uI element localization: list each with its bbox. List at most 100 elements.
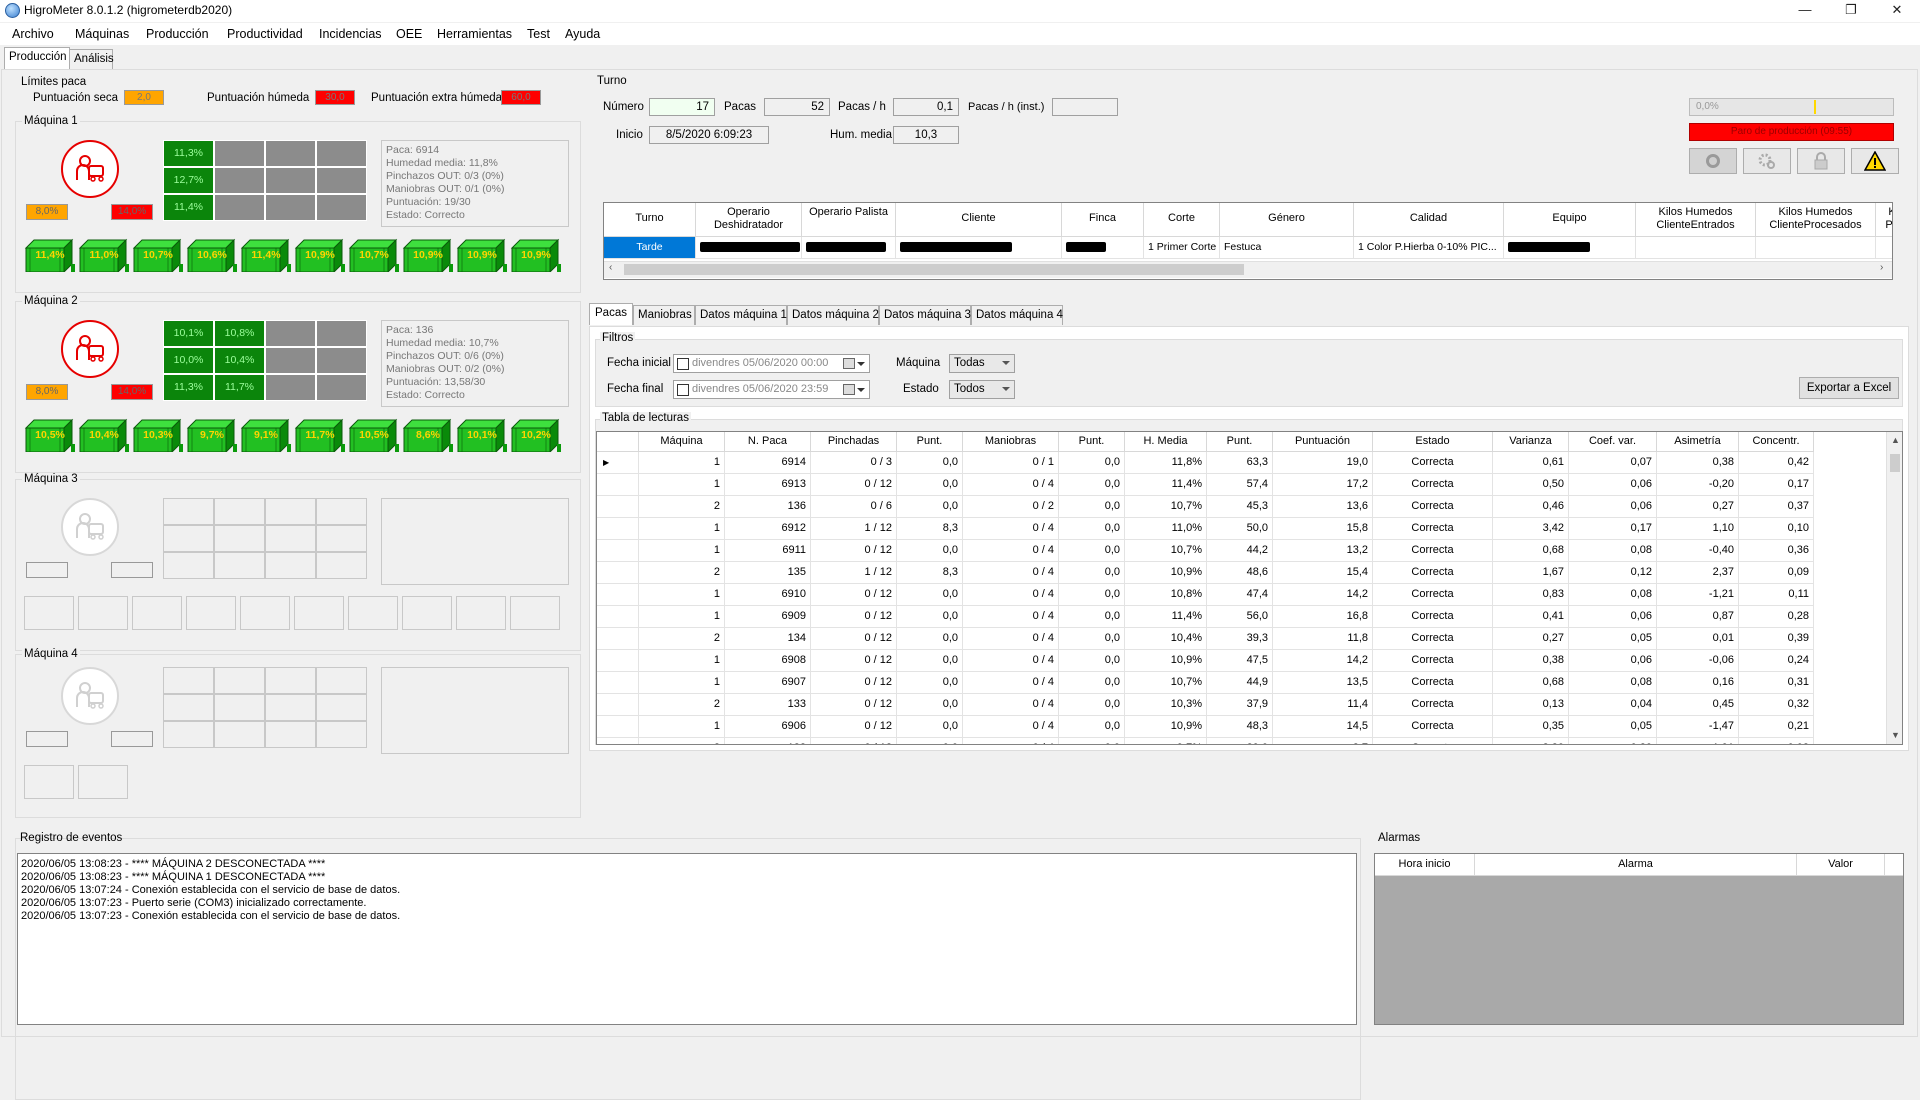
readings-cell[interactable]: 0,0 — [1059, 650, 1125, 672]
menu-4[interactable]: Incidencias — [319, 27, 382, 41]
readings-cell[interactable]: 45,3 — [1207, 496, 1273, 518]
readings-cell[interactable]: -1,91 — [1657, 738, 1739, 744]
readings-cell[interactable]: 10,7% — [1125, 672, 1207, 694]
readings-cell[interactable]: 0,45 — [1657, 694, 1739, 716]
shift-table[interactable]: Turno Operario Deshidratador Operario Pali… — [603, 202, 1893, 280]
readings-cell[interactable]: 0,68 — [1493, 672, 1569, 694]
readings-cell[interactable]: 19,0 — [1273, 452, 1373, 474]
readings-cell[interactable]: 0,12 — [1569, 562, 1657, 584]
readings-header[interactable]: Punt. — [897, 432, 963, 452]
readings-cell[interactable]: 0,01 — [1657, 628, 1739, 650]
readings-cell[interactable]: 0,42 — [1739, 452, 1814, 474]
readings-header[interactable]: H. Media — [1125, 432, 1207, 452]
readings-cell[interactable]: 47,4 — [1207, 584, 1273, 606]
shift-cell[interactable] — [1062, 237, 1144, 259]
readings-cell[interactable]: 1 / 12 — [811, 562, 897, 584]
row-selector[interactable] — [597, 562, 639, 584]
readings-cell[interactable]: 0,32 — [1739, 694, 1814, 716]
readings-cell[interactable]: 0,0 — [897, 738, 963, 744]
readings-cell[interactable]: 10,3% — [1125, 694, 1207, 716]
alarms-header[interactable]: Hora inicio — [1375, 854, 1475, 876]
readings-cell[interactable]: 6911 — [725, 540, 811, 562]
start-date-checkbox[interactable] — [677, 358, 689, 370]
readings-cell[interactable]: 133 — [725, 694, 811, 716]
readings-cell[interactable]: 0,0 — [897, 606, 963, 628]
readings-cell[interactable]: 44,9 — [1207, 672, 1273, 694]
row-selector[interactable] — [597, 672, 639, 694]
readings-cell[interactable]: Correcta — [1373, 650, 1493, 672]
readings-cell[interactable]: 0,0 — [1059, 738, 1125, 744]
readings-cell[interactable]: 0 / 4 — [963, 672, 1059, 694]
readings-cell[interactable]: 44,2 — [1207, 540, 1273, 562]
scroll-thumb[interactable] — [1890, 454, 1900, 472]
shift-cell[interactable] — [896, 237, 1062, 259]
settings-button[interactable] — [1743, 148, 1791, 174]
shift-header[interactable]: Calidad — [1354, 203, 1504, 237]
main-tab-1[interactable]: Análisis — [69, 49, 114, 69]
readings-cell[interactable]: 1 — [639, 606, 725, 628]
readings-cell[interactable]: 0,0 — [897, 716, 963, 738]
readings-cell[interactable]: 6909 — [725, 606, 811, 628]
readings-cell[interactable]: Correcta — [1373, 738, 1493, 744]
readings-cell[interactable]: 0,08 — [1569, 540, 1657, 562]
readings-cell[interactable]: Correcta — [1373, 584, 1493, 606]
shift-cell[interactable] — [1504, 237, 1636, 259]
readings-cell[interactable]: 0,05 — [1569, 628, 1657, 650]
readings-cell[interactable]: 2 — [639, 562, 725, 584]
readings-cell[interactable]: 0,0 — [897, 584, 963, 606]
readings-cell[interactable]: 0,0 — [1059, 694, 1125, 716]
readings-cell[interactable]: 63,3 — [1207, 452, 1273, 474]
readings-cell[interactable]: 1 — [639, 672, 725, 694]
shift-header[interactable]: Operario Palista — [802, 203, 896, 237]
readings-cell[interactable]: 0,0 — [897, 496, 963, 518]
readings-header[interactable]: Maniobras — [963, 432, 1059, 452]
readings-cell[interactable]: 2 — [639, 628, 725, 650]
readings-cell[interactable]: 0,08 — [1569, 584, 1657, 606]
readings-cell[interactable]: 6912 — [725, 518, 811, 540]
readings-cell[interactable]: 0,87 — [1657, 606, 1739, 628]
readings-cell[interactable]: Correcta — [1373, 452, 1493, 474]
readings-cell[interactable]: 0 / 4 — [963, 716, 1059, 738]
readings-cell[interactable]: Correcta — [1373, 694, 1493, 716]
sub-tab-0[interactable]: Pacas — [589, 303, 633, 325]
readings-cell[interactable]: 0 / 12 — [811, 584, 897, 606]
readings-cell[interactable]: 10,7% — [1125, 496, 1207, 518]
menu-2[interactable]: Producción — [146, 27, 209, 41]
shift-cell[interactable]: 1 Color P.Hierba 0-10% PIC... — [1354, 237, 1504, 259]
readings-cell[interactable]: 0 / 4 — [963, 606, 1059, 628]
readings-cell[interactable]: 13,5 — [1273, 672, 1373, 694]
readings-cell[interactable]: 0,07 — [1569, 452, 1657, 474]
readings-cell[interactable]: 0,68 — [1493, 540, 1569, 562]
readings-cell[interactable]: 0,06 — [1569, 496, 1657, 518]
readings-cell[interactable]: Correcta — [1373, 496, 1493, 518]
readings-cell[interactable]: 0,0 — [1059, 562, 1125, 584]
readings-cell[interactable]: 0,37 — [1739, 496, 1814, 518]
readings-cell[interactable]: 10,9% — [1125, 562, 1207, 584]
shift-header[interactable]: Finca — [1062, 203, 1144, 237]
sub-tab-2[interactable]: Datos máquina 1 — [695, 305, 787, 325]
readings-cell[interactable]: 0 / 12 — [811, 738, 897, 744]
machine-select[interactable]: Todas — [949, 354, 1015, 373]
readings-cell[interactable]: 13,6 — [1273, 496, 1373, 518]
readings-cell[interactable]: 0,11 — [1739, 584, 1814, 606]
alarms-header[interactable]: Alarma — [1475, 854, 1797, 876]
readings-cell[interactable]: 1,10 — [1657, 518, 1739, 540]
readings-cell[interactable]: Correcta — [1373, 606, 1493, 628]
readings-cell[interactable]: 2 — [639, 738, 725, 744]
readings-cell[interactable]: 0,24 — [1739, 650, 1814, 672]
readings-cell[interactable]: 0,0 — [897, 694, 963, 716]
row-selector[interactable] — [597, 496, 639, 518]
readings-cell[interactable]: Correcta — [1373, 518, 1493, 540]
sub-tab-4[interactable]: Datos máquina 3 — [879, 305, 971, 325]
readings-cell[interactable]: 0 / 12 — [811, 474, 897, 496]
shift-cell[interactable] — [1756, 237, 1876, 259]
readings-cell[interactable]: 0,46 — [1493, 496, 1569, 518]
wet-value[interactable]: 30,0 — [315, 90, 355, 105]
readings-cell[interactable]: 0 / 12 — [811, 694, 897, 716]
readings-cell[interactable]: 6910 — [725, 584, 811, 606]
readings-cell[interactable]: 0,06 — [1569, 606, 1657, 628]
readings-cell[interactable]: 0,17 — [1569, 518, 1657, 540]
readings-cell[interactable]: 3,80 — [1493, 738, 1569, 744]
readings-cell[interactable]: 0,35 — [1493, 716, 1569, 738]
readings-cell[interactable]: 10,9% — [1125, 650, 1207, 672]
